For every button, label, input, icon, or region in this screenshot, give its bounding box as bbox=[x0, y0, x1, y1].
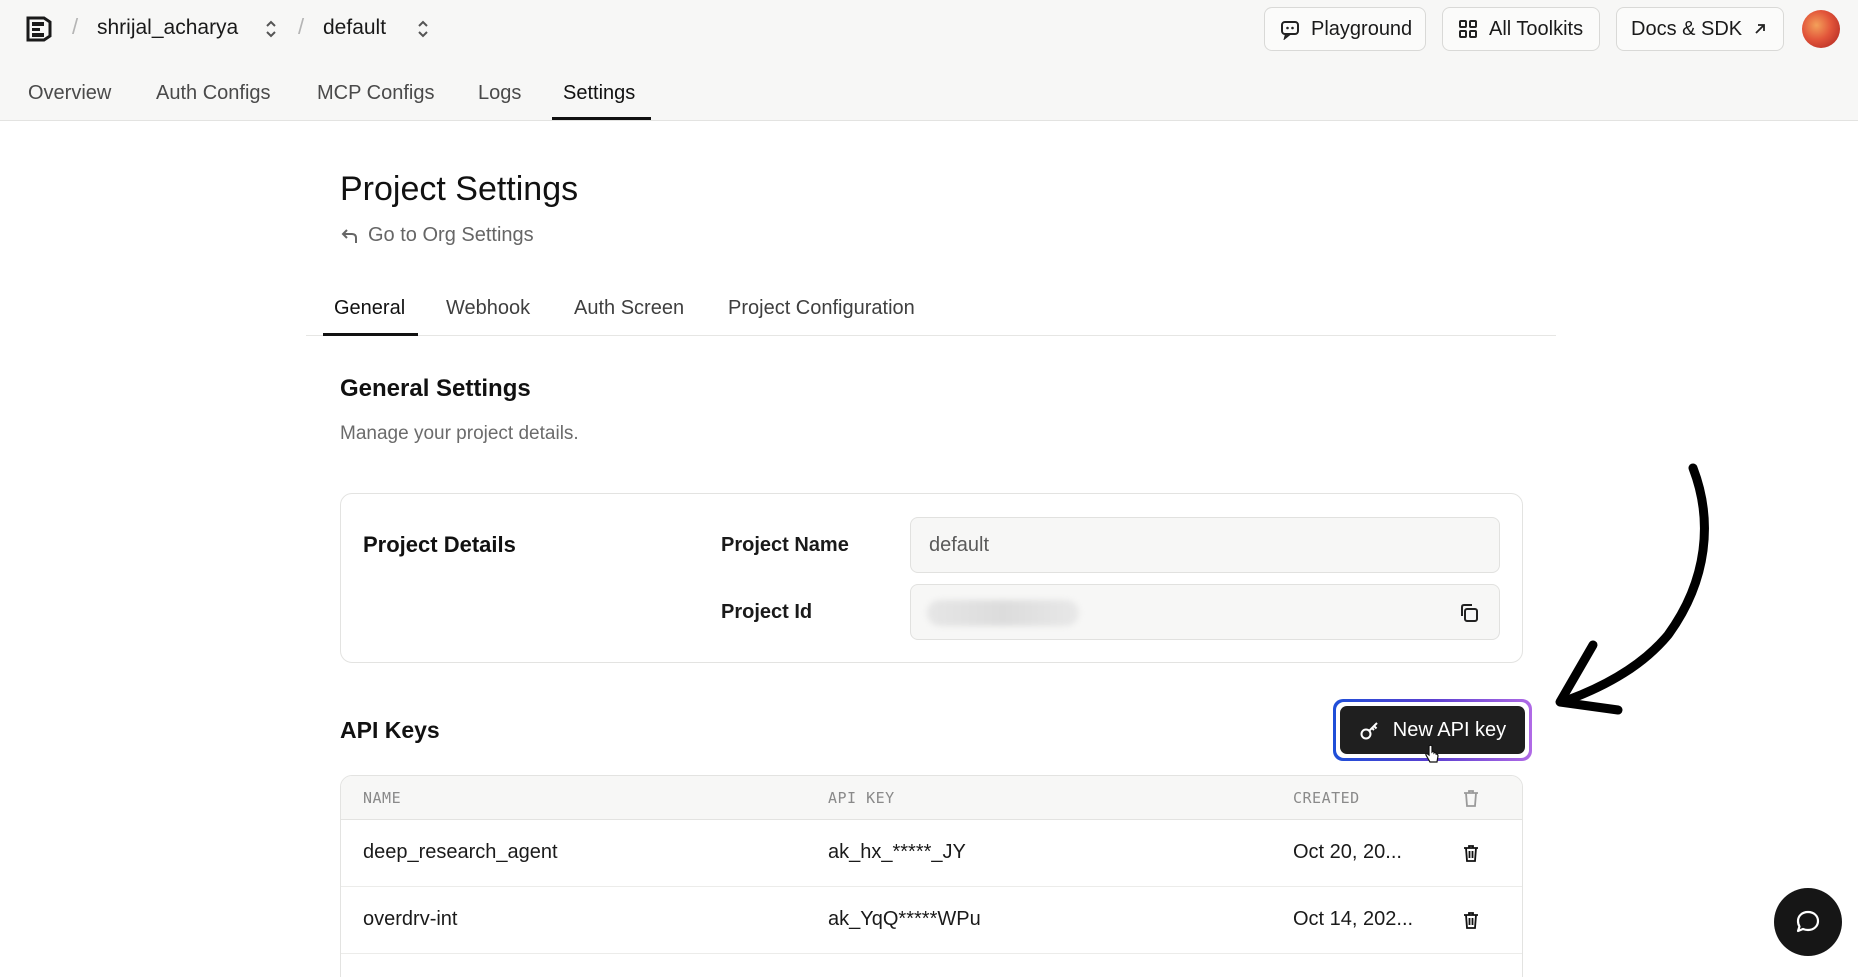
api-key-value: ak_YqQ*****WPu bbox=[828, 908, 981, 930]
docs-sdk-button[interactable]: Docs & SDK bbox=[1616, 7, 1784, 51]
hand-cursor-icon bbox=[1425, 744, 1439, 763]
all-toolkits-button[interactable]: All Toolkits bbox=[1442, 7, 1600, 51]
docs-sdk-label: Docs & SDK bbox=[1631, 17, 1743, 40]
api-key-created: Oct 20, 20... bbox=[1293, 841, 1402, 863]
project-id-label: Project Id bbox=[721, 601, 813, 623]
table-row[interactable]: overdrv-int ak_YqQ*****WPu Oct 14, 202..… bbox=[341, 887, 1522, 954]
nav-tab-auth-configs[interactable]: Auth Configs bbox=[156, 82, 271, 105]
new-api-key-label: New API key bbox=[1392, 718, 1507, 741]
project-name-value: default bbox=[929, 534, 990, 556]
table-header: NAME API KEY CREATED bbox=[341, 776, 1522, 820]
org-settings-link[interactable]: Go to Org Settings bbox=[340, 224, 534, 247]
project-id-field bbox=[910, 584, 1500, 640]
tab-general[interactable]: General bbox=[334, 297, 405, 320]
user-avatar[interactable] bbox=[1802, 10, 1840, 48]
trash-header-icon bbox=[1464, 790, 1478, 807]
general-settings-title: General Settings bbox=[340, 375, 531, 402]
playground-label: Playground bbox=[1311, 17, 1413, 40]
active-sub-tab-indicator bbox=[323, 333, 418, 336]
playground-button[interactable]: Playground bbox=[1264, 7, 1426, 51]
tab-webhook[interactable]: Webhook bbox=[446, 297, 530, 320]
trash-icon[interactable] bbox=[1460, 909, 1482, 931]
org-switch-chevrons-icon[interactable] bbox=[262, 18, 280, 40]
table-row[interactable]: deep_research_agent ak_hx_*****_JY Oct 2… bbox=[341, 820, 1522, 887]
chat-bubble-icon bbox=[1796, 910, 1820, 933]
project-name[interactable]: default bbox=[323, 16, 386, 40]
breadcrumb-separator: / bbox=[72, 14, 79, 39]
api-keys-table: NAME API KEY CREATED deep_research_agent… bbox=[340, 775, 1523, 977]
all-toolkits-label: All Toolkits bbox=[1489, 17, 1584, 40]
column-header-created: CREATED bbox=[1293, 789, 1360, 807]
api-key-name: overdrv-int bbox=[363, 908, 458, 930]
copy-icon[interactable] bbox=[1457, 601, 1481, 625]
org-settings-link-label: Go to Org Settings bbox=[368, 224, 534, 246]
nav-tab-logs[interactable]: Logs bbox=[478, 82, 521, 105]
api-keys-title: API Keys bbox=[340, 717, 440, 743]
project-switch-chevrons-icon[interactable] bbox=[414, 18, 432, 40]
project-id-redacted bbox=[927, 600, 1079, 626]
tab-project-configuration[interactable]: Project Configuration bbox=[728, 297, 915, 320]
api-key-value: ak_hx_*****_JY bbox=[828, 841, 966, 863]
column-header-name: NAME bbox=[363, 789, 402, 807]
project-name-field[interactable]: default bbox=[910, 517, 1500, 573]
bot-chat-icon bbox=[1281, 21, 1299, 40]
page-title: Project Settings bbox=[340, 170, 579, 208]
support-chat-button[interactable] bbox=[1774, 888, 1842, 956]
project-details-card: Project Details Project Name default Pro… bbox=[340, 493, 1523, 663]
key-icon bbox=[1360, 722, 1378, 740]
sub-tabs-divider bbox=[306, 335, 1556, 336]
grid-icon bbox=[1459, 20, 1477, 38]
column-header-api-key: API KEY bbox=[828, 789, 895, 807]
tab-auth-screen[interactable]: Auth Screen bbox=[574, 297, 684, 320]
annotation-arrow-icon bbox=[1555, 463, 1709, 715]
external-link-arrow-icon bbox=[1755, 24, 1766, 34]
app-logo-icon[interactable] bbox=[22, 12, 56, 46]
api-key-name: deep_research_agent bbox=[363, 841, 558, 863]
top-bar: / shrijal_acharya / default Playground A… bbox=[0, 0, 1858, 121]
active-nav-indicator bbox=[552, 117, 651, 120]
nav-tab-settings[interactable]: Settings bbox=[563, 82, 635, 105]
general-settings-description: Manage your project details. bbox=[340, 423, 579, 444]
nav-tab-overview[interactable]: Overview bbox=[28, 82, 111, 105]
api-key-created: Oct 14, 202... bbox=[1293, 908, 1414, 930]
nav-tab-mcp-configs[interactable]: MCP Configs bbox=[317, 82, 434, 105]
trash-icon[interactable] bbox=[1460, 842, 1482, 864]
back-arrow-icon bbox=[341, 228, 357, 243]
org-name[interactable]: shrijal_acharya bbox=[97, 16, 238, 40]
project-details-heading: Project Details bbox=[363, 532, 516, 557]
project-name-label: Project Name bbox=[721, 534, 849, 556]
breadcrumb-separator: / bbox=[298, 14, 305, 39]
